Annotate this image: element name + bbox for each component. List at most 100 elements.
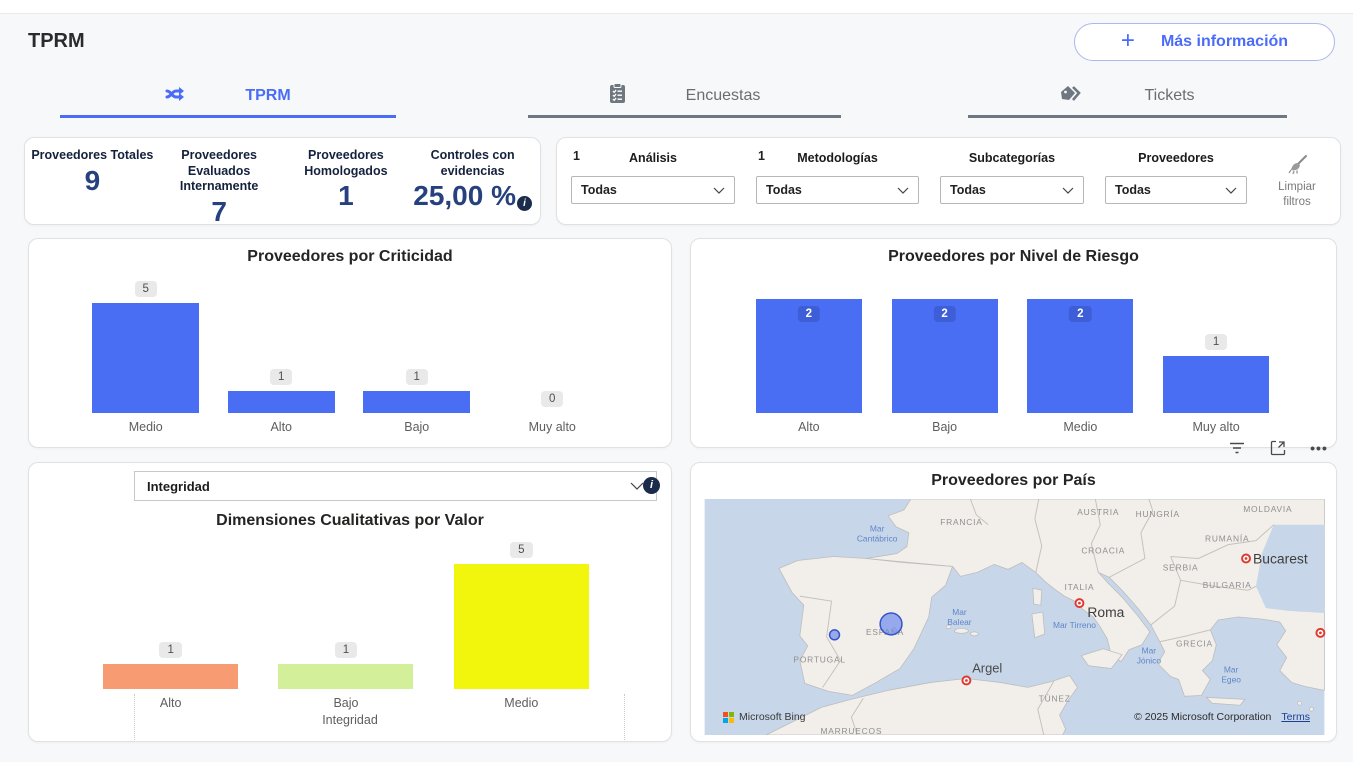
broom-icon xyxy=(1286,154,1308,176)
kpi-card: Proveedores Totales 9 Proveedores Evalua… xyxy=(24,137,541,225)
chart-title: Proveedores por Nivel de Riesgo xyxy=(691,248,1336,266)
clipboard-checklist-icon xyxy=(609,83,626,109)
slicer-label: Subcategorías xyxy=(969,151,1055,165)
bar-column: 5 xyxy=(78,281,214,413)
kpi-value: 1 xyxy=(338,181,354,212)
tab-encuestas-label: Encuestas xyxy=(686,87,761,105)
bar-Bajo[interactable] xyxy=(278,664,413,689)
data-label: 5 xyxy=(510,542,532,558)
chart-title: Dimensiones Cualitativas por Valor xyxy=(29,512,671,530)
info-icon[interactable]: i xyxy=(517,196,532,211)
clear-filters-button[interactable]: Limpiar filtros xyxy=(1268,148,1326,216)
kpi-label: Proveedores Homologados xyxy=(283,148,410,179)
kpi-value: 25,00 %i xyxy=(413,181,532,212)
map-proveedores-pais-card: Proveedores por País xyxy=(690,462,1337,742)
chevron-down-icon xyxy=(713,187,725,194)
map-label: FRANCIA xyxy=(940,517,982,527)
bar-column: 1 xyxy=(258,642,433,689)
x-axis-labels: AltoBajoMedio xyxy=(83,696,609,710)
kpi-proveedores-homologados: Proveedores Homologados 1 xyxy=(283,148,410,218)
chevron-down-icon xyxy=(630,482,644,490)
tags-icon xyxy=(1060,85,1084,108)
map-bubble[interactable] xyxy=(880,613,902,635)
kpi-value: 7 xyxy=(211,197,227,228)
x-axis-label: Muy alto xyxy=(1148,420,1284,434)
data-label: 1 xyxy=(406,369,428,385)
data-label: 0 xyxy=(541,391,563,407)
analisis-dropdown[interactable]: Todas xyxy=(571,176,735,204)
data-label: 2 xyxy=(933,306,955,322)
x-axis-label: Medio xyxy=(1013,420,1149,434)
map-label: BULGARIA xyxy=(1203,580,1252,590)
subcategorias-dropdown[interactable]: Todas xyxy=(940,176,1084,204)
plus-icon: + xyxy=(1121,29,1135,53)
slicer-count-badge: 1 xyxy=(573,149,580,163)
map-bubble[interactable] xyxy=(830,630,840,640)
map-label: ITALIA xyxy=(1065,582,1095,592)
bar-plot: 2 2 2 1 xyxy=(741,299,1284,413)
data-label: 1 xyxy=(270,369,292,385)
microsoft-logo xyxy=(723,712,734,723)
bar-column: 2 xyxy=(741,299,877,413)
kpi-controles-evidencias: Controles con evidencias 25,00 %i xyxy=(409,148,536,218)
filter-icon[interactable] xyxy=(1222,435,1252,461)
metodologias-dropdown[interactable]: Todas xyxy=(756,176,919,204)
kpi-proveedores-evaluados: Proveedores Evaluados Internamente 7 xyxy=(156,148,283,218)
data-label: 1 xyxy=(1205,334,1227,350)
data-label: 5 xyxy=(135,281,157,297)
tab-tprm[interactable]: TPRM xyxy=(60,77,396,118)
map-label: MOLDAVIA xyxy=(1243,504,1292,514)
map-label: MARRUECOS xyxy=(820,726,882,735)
map-label: MarEgeo xyxy=(1221,665,1241,685)
tab-tickets[interactable]: Tickets xyxy=(968,77,1287,118)
more-info-button[interactable]: + Más información xyxy=(1074,23,1335,61)
bar-Muy alto[interactable] xyxy=(1163,356,1269,413)
tab-encuestas[interactable]: Encuestas xyxy=(528,77,841,118)
more-options-icon[interactable]: ••• xyxy=(1304,435,1334,461)
bar-column: 1 xyxy=(83,642,258,689)
visual-header-toolbar: ••• xyxy=(1222,434,1334,462)
map-label: RUMANÍA xyxy=(1205,534,1249,544)
slicer-proveedores: Proveedores Todas xyxy=(1105,148,1247,216)
map-label: Mar Tirreno xyxy=(1053,620,1096,630)
bar-Alto[interactable]: 2 xyxy=(756,299,862,413)
map-label: CROACIA xyxy=(1081,546,1125,556)
terms-link[interactable]: Terms xyxy=(1281,711,1310,723)
map-canvas[interactable]: FRANCIAAUSTRIAHUNGRÍAMOLDAVIARUMANÍACROA… xyxy=(703,499,1326,735)
filter-card: 1 Análisis Todas 1 Metodologías Todas Su… xyxy=(556,137,1341,225)
kpi-label: Controles con evidencias xyxy=(409,148,536,179)
kpi-label: Proveedores Evaluados Internamente xyxy=(156,148,283,195)
bar-Bajo[interactable] xyxy=(363,391,470,413)
map-label: SERBIA xyxy=(1163,562,1199,572)
chevron-down-icon xyxy=(1225,187,1237,194)
kpi-proveedores-totales: Proveedores Totales 9 xyxy=(29,148,156,218)
map-copyright: © 2025 Microsoft CorporationTerms xyxy=(1134,711,1310,723)
bar-Medio[interactable]: 2 xyxy=(1027,299,1133,413)
bar-Alto[interactable] xyxy=(228,391,335,413)
map-label: GRECIA xyxy=(1176,639,1213,649)
axis-edge-dotted-line xyxy=(624,694,625,740)
data-label: 1 xyxy=(159,642,181,658)
map-city-marker xyxy=(1316,629,1324,637)
info-icon[interactable]: i xyxy=(643,477,660,494)
bar-Bajo[interactable]: 2 xyxy=(892,299,998,413)
shuffle-icon xyxy=(165,86,185,107)
x-axis-label: Alto xyxy=(83,696,258,710)
bar-Medio[interactable] xyxy=(92,303,199,413)
proveedores-dropdown[interactable]: Todas xyxy=(1105,176,1247,204)
kpi-label: Proveedores Totales xyxy=(31,148,153,164)
bar-column: 1 xyxy=(349,369,485,413)
tab-tprm-label: TPRM xyxy=(245,87,290,105)
x-axis-label: Bajo xyxy=(877,420,1013,434)
x-axis-labels: AltoBajoMedioMuy alto xyxy=(741,420,1284,434)
focus-mode-icon[interactable] xyxy=(1263,435,1293,461)
bar-Medio[interactable] xyxy=(454,564,589,689)
slicer-label: Proveedores xyxy=(1138,151,1214,165)
dimension-dropdown[interactable]: Integridad xyxy=(134,471,657,501)
slicer-label: Análisis xyxy=(629,151,677,165)
bar-column: 0 xyxy=(485,391,621,413)
bar-Alto[interactable] xyxy=(103,664,238,689)
slicer-metodologias: 1 Metodologías Todas xyxy=(756,148,919,216)
chart-criticidad-card: Proveedores por Criticidad 5110 MedioAlt… xyxy=(28,238,672,448)
bar-column: 1 xyxy=(214,369,350,413)
